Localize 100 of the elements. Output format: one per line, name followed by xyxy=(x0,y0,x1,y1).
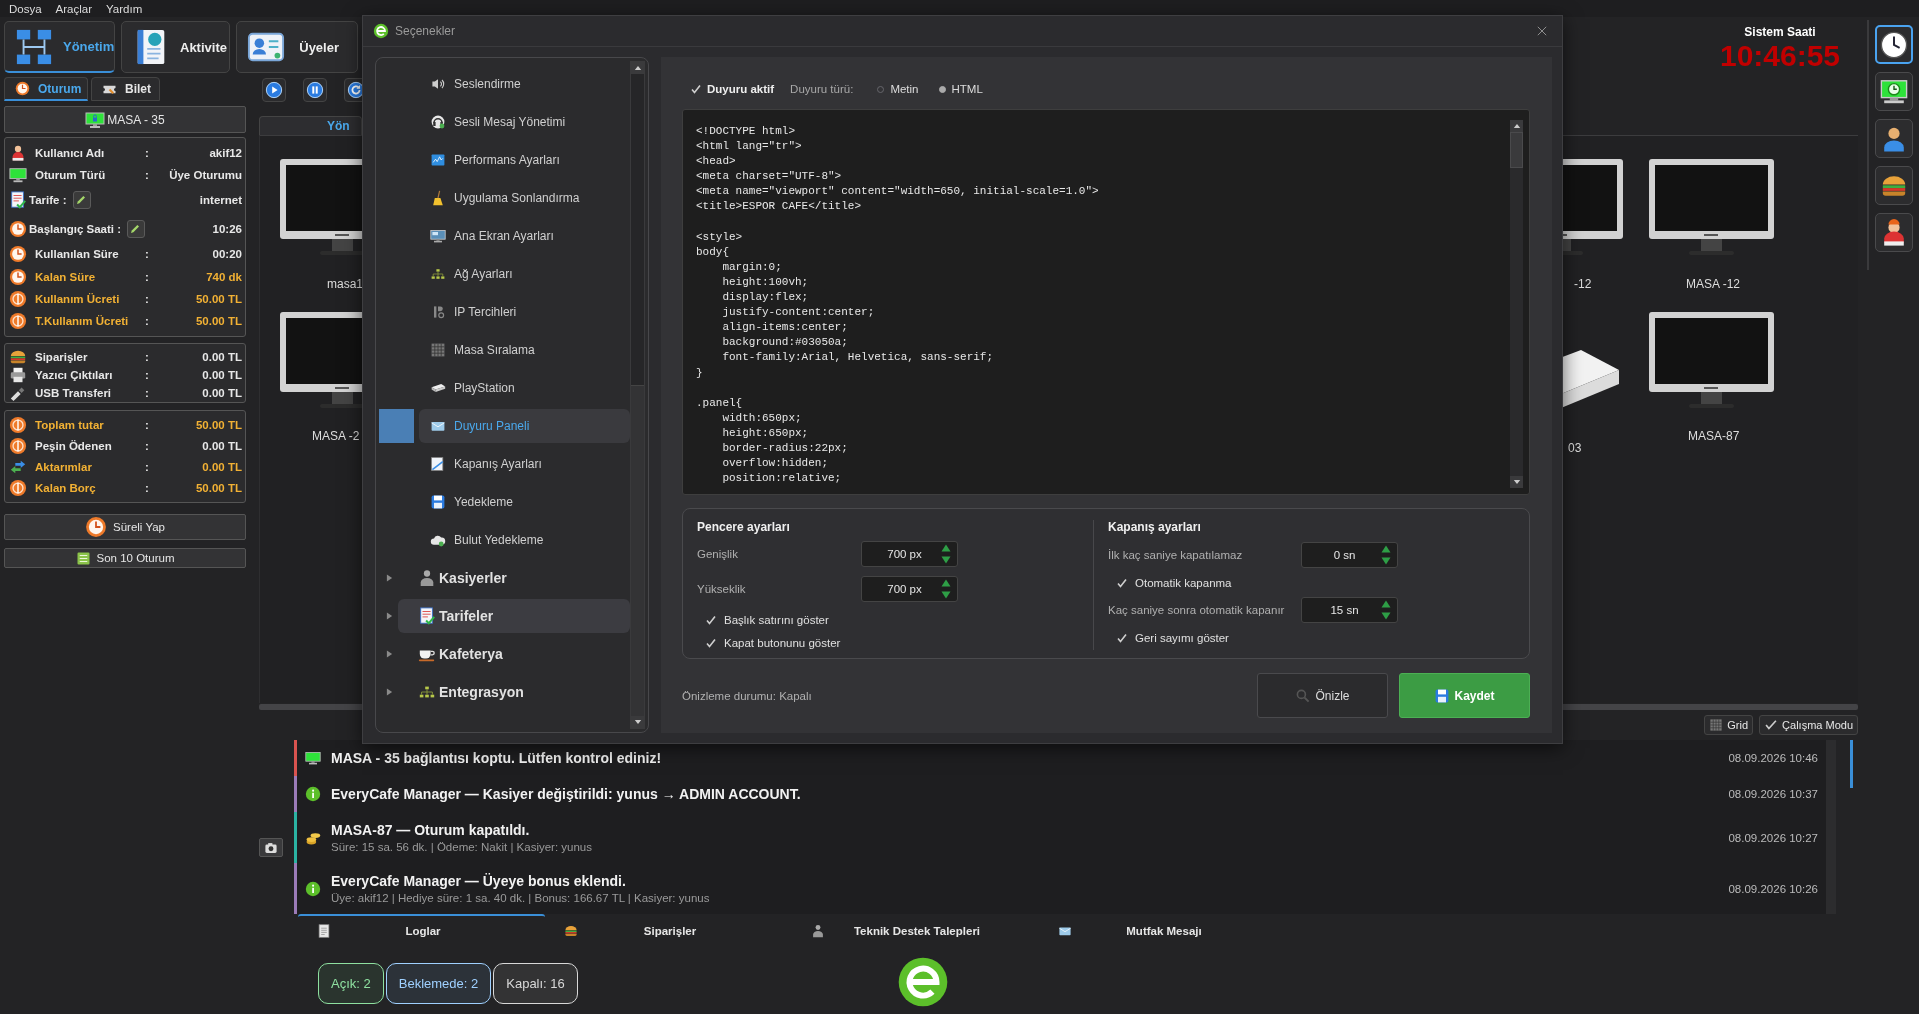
nav-item[interactable]: IP Tercihleri xyxy=(419,295,630,329)
player-button[interactable] xyxy=(303,78,327,102)
tab[interactable]: Bilet xyxy=(91,77,160,101)
log-title: EveryCafe Manager — Kasiyer değiştirildi: yunus → ADMIN ACCOUNT. xyxy=(331,786,802,802)
nav-item[interactable]: Bulut Yedekleme xyxy=(419,523,630,557)
scrollbar[interactable] xyxy=(630,61,645,729)
nav-item[interactable]: Yedekleme xyxy=(419,485,630,519)
number-field[interactable]: 700 px xyxy=(861,541,958,567)
nav-button[interactable]: Yönetim xyxy=(4,21,115,73)
nav-item[interactable]: PlayStation xyxy=(419,371,630,405)
nav-item[interactable]: Ana Ekran Ayarları xyxy=(419,219,630,253)
scrollbar[interactable] xyxy=(1510,120,1523,488)
checkbox[interactable] xyxy=(705,613,717,626)
document-icon xyxy=(317,924,331,938)
monitor-clock-icon xyxy=(1880,77,1908,106)
menu-item[interactable]: Yardım xyxy=(106,2,143,15)
scroll-down-button[interactable] xyxy=(1510,476,1523,488)
field-label: Siparişler xyxy=(35,351,89,363)
checkbox[interactable] xyxy=(1116,577,1128,589)
menu-item[interactable]: Araçlar xyxy=(55,2,93,15)
toolbar-button[interactable] xyxy=(1875,72,1913,111)
camera-button[interactable] xyxy=(259,838,283,857)
field-value: 0.00 TL xyxy=(201,387,242,399)
field-value: 50.00 TL xyxy=(194,419,242,432)
floppy-icon xyxy=(430,494,446,510)
nav-group[interactable]: Kasiyerler xyxy=(398,561,630,595)
action-button[interactable]: Son 10 Oturum xyxy=(4,548,246,568)
scroll-up-button[interactable] xyxy=(631,62,644,74)
toolbar-button[interactable] xyxy=(1875,213,1913,252)
pause-icon xyxy=(306,81,324,99)
nav-group[interactable]: Kafeterya xyxy=(398,637,630,671)
scrollbar-thumb[interactable] xyxy=(631,385,644,716)
expand-arrow-icon[interactable] xyxy=(386,611,393,621)
action-button[interactable]: Süreli Yap xyxy=(4,514,246,540)
number-field[interactable]: 0 sn xyxy=(1301,542,1398,568)
checkbox[interactable] xyxy=(1116,632,1128,644)
checkbox[interactable] xyxy=(705,636,717,649)
nav-group[interactable]: Entegrasyon xyxy=(398,675,630,709)
nav-item[interactable]: Masa Sıralama xyxy=(419,333,630,367)
tab[interactable]: Oturum xyxy=(4,77,88,101)
section-title: Pencere ayarları xyxy=(697,520,791,535)
nav-group[interactable]: Tarifeler xyxy=(398,599,630,633)
tab[interactable]: Siparişler xyxy=(545,914,792,946)
toolbar-button[interactable] xyxy=(1875,166,1913,205)
scroll-up-button[interactable] xyxy=(1510,120,1523,132)
status-badge: Kapalı: 16 xyxy=(493,963,578,1004)
nav-item[interactable]: Ağ Ayarları xyxy=(419,257,630,291)
nav-item[interactable]: Seslendirme xyxy=(419,67,630,101)
nav-item[interactable]: Kapanış Ayarları xyxy=(419,447,630,481)
expand-arrow-icon[interactable] xyxy=(386,687,393,697)
edit-button[interactable] xyxy=(72,191,91,210)
number-field[interactable]: 700 px xyxy=(861,576,958,602)
expand-arrow-icon[interactable] xyxy=(386,573,393,583)
coin-icon xyxy=(9,478,27,497)
nav-item[interactable]: Sesli Mesaj Yönetimi xyxy=(419,105,630,139)
field-label: Toplam tutar xyxy=(35,419,105,432)
field-label: Yükseklik xyxy=(697,583,747,595)
tab[interactable]: Yön xyxy=(259,116,362,135)
scroll-down-button[interactable] xyxy=(631,716,644,728)
radio-label: Metin xyxy=(890,83,919,95)
clock-icon xyxy=(9,267,27,286)
menu-item[interactable]: Dosya xyxy=(9,2,42,15)
coin-icon xyxy=(9,312,27,331)
player-button[interactable] xyxy=(262,78,286,102)
field-value: Üye Oturumu xyxy=(168,168,242,181)
field-label: Başlangıç Saati : xyxy=(29,222,122,235)
tab[interactable]: Mutfak Mesajı xyxy=(1039,914,1286,946)
nav-item[interactable]: Duyuru Paneli xyxy=(419,409,630,443)
log-title: EveryCafe Manager — Üyeye bonus eklendi. xyxy=(331,873,627,889)
info-icon xyxy=(305,786,321,802)
nav-button[interactable]: Üyeler xyxy=(236,21,358,73)
field-label: İlk kaç saniye kapatılamaz xyxy=(1108,549,1244,561)
nav-item[interactable]: Uygulama Sonlandırma xyxy=(419,181,630,215)
tool-button[interactable]: Grid xyxy=(1704,715,1754,735)
tab[interactable]: Loglar xyxy=(298,914,545,946)
play-icon xyxy=(265,81,283,99)
number-field[interactable]: 15 sn xyxy=(1301,597,1398,623)
machine-button[interactable]: MASA - 35 xyxy=(4,106,246,133)
toolbar-button[interactable] xyxy=(1875,119,1913,158)
preview-button[interactable]: Önizle xyxy=(1257,673,1388,718)
nav-button[interactable]: Aktivite xyxy=(121,21,230,73)
down-triangle-icon xyxy=(941,555,951,565)
field-label: Duyuru türü: xyxy=(790,83,854,95)
edit-button[interactable] xyxy=(127,219,146,238)
log-date: 08.09.2026 10:37 xyxy=(1728,788,1818,800)
checkbox[interactable] xyxy=(690,83,702,95)
field-value: akif12 xyxy=(208,146,242,159)
separator: : xyxy=(144,440,150,453)
radio-button[interactable] xyxy=(938,85,946,93)
separator: : xyxy=(144,481,150,494)
toolbar-button[interactable] xyxy=(1875,25,1913,64)
tab[interactable]: Teknik Destek Talepleri xyxy=(792,914,1039,946)
field-label: Aktarımlar xyxy=(35,460,93,473)
expand-arrow-icon[interactable] xyxy=(386,649,393,659)
scrollbar-thumb[interactable] xyxy=(1510,132,1523,168)
clock-time: 10:46:55 xyxy=(1719,39,1841,73)
checkbox-label: Geri sayımı göster xyxy=(1135,632,1229,644)
tool-button[interactable]: Çalışma Modu xyxy=(1759,715,1858,735)
clock-icon xyxy=(9,219,27,238)
nav-item[interactable]: Performans Ayarları xyxy=(419,143,630,177)
